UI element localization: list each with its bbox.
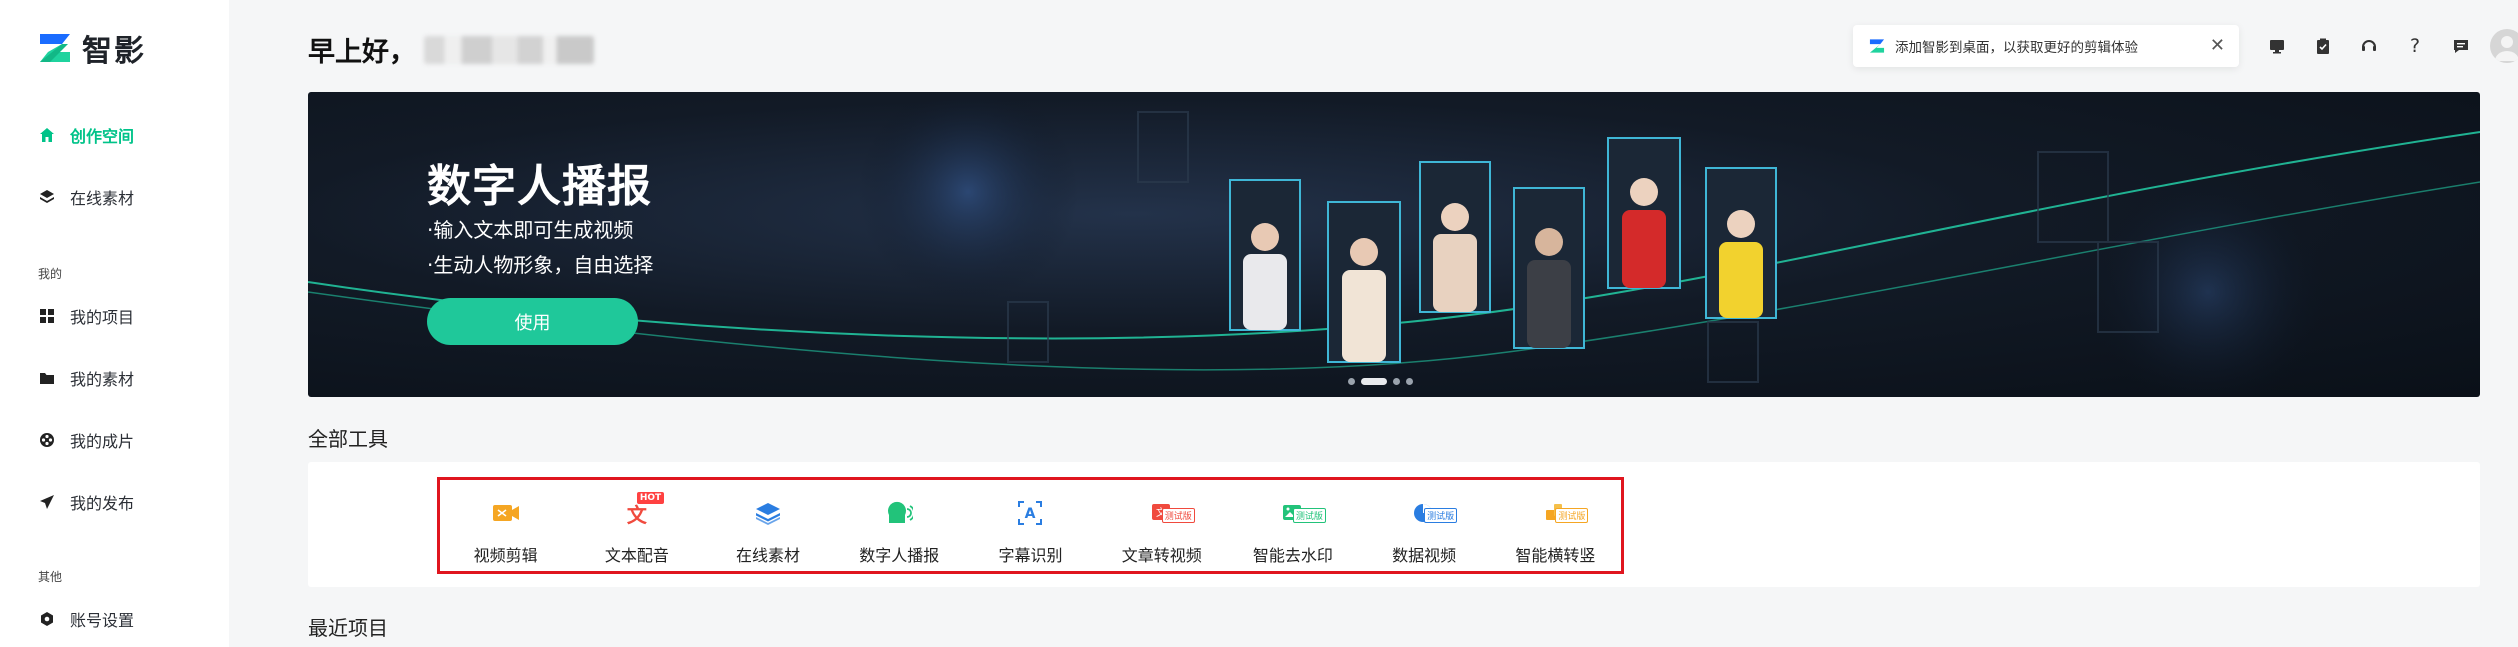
sidebar-item-label: 我的发布 xyxy=(70,494,135,513)
sidebar: 智影 创作空间 在线素材 我的 我的项目 我的素材 我的成片 我的发布 其他 账… xyxy=(0,0,229,647)
banner-line-2: ·生动人物形象，自由选择 xyxy=(427,253,654,277)
tool-rotate-layout[interactable]: 测试版 智能横转竖 xyxy=(1490,480,1621,571)
logo-icon xyxy=(38,31,72,65)
tool-video-edit[interactable]: 视频剪辑 xyxy=(440,480,571,571)
notice-logo-icon xyxy=(1869,38,1885,54)
greeting-text: 早上好， xyxy=(308,37,416,68)
carousel-dot[interactable] xyxy=(1406,378,1413,385)
tool-remove-watermark[interactable]: 测试版 智能去水印 xyxy=(1227,480,1358,571)
tool-label: 在线素材 xyxy=(736,546,801,565)
home-icon xyxy=(38,126,56,144)
sidebar-group-other: 其他 xyxy=(38,570,63,584)
tools-section-title: 全部工具 xyxy=(308,427,388,451)
settings-icon xyxy=(38,610,56,628)
tool-online-assets[interactable]: 在线素材 xyxy=(702,480,833,571)
layers-icon xyxy=(750,498,786,528)
greeting: 早上好， xyxy=(308,30,594,69)
avatar[interactable] xyxy=(2489,28,2518,64)
tool-article-to-video[interactable]: 文 测试版 文章转视频 xyxy=(1096,480,1227,571)
sidebar-item-my-publish[interactable]: 我的发布 xyxy=(38,482,134,522)
sidebar-item-account-settings[interactable]: 账号设置 xyxy=(38,599,134,639)
beta-badge: 测试版 xyxy=(1555,508,1589,523)
banner-background xyxy=(308,92,2480,397)
close-icon[interactable]: ✕ xyxy=(2210,35,2225,56)
folder-icon xyxy=(38,369,56,387)
tool-data-video[interactable]: 测试版 数据视频 xyxy=(1359,480,1490,571)
sidebar-item-label: 账号设置 xyxy=(70,611,135,630)
tool-text-voice[interactable]: 文 HOT 文本配音 xyxy=(571,480,702,571)
beta-badge: 测试版 xyxy=(1161,508,1195,523)
tool-label: 智能横转竖 xyxy=(1515,546,1596,565)
film-reel-icon xyxy=(38,431,56,449)
app-root: 智影 创作空间 在线素材 我的 我的项目 我的素材 我的成片 我的发布 其他 账… xyxy=(0,0,2518,647)
data-video-icon: 测试版 xyxy=(1406,498,1458,528)
tool-label: 字幕识别 xyxy=(998,546,1063,565)
carousel-dot[interactable] xyxy=(1393,378,1400,385)
layers-icon xyxy=(38,188,56,206)
promo-banner[interactable]: 数字人播报 ·输入文本即可生成视频 ·生动人物形象，自由选择 使用 xyxy=(308,92,2480,397)
hot-badge: HOT xyxy=(636,492,665,504)
sidebar-item-my-films[interactable]: 我的成片 xyxy=(38,420,134,460)
tool-label: 智能去水印 xyxy=(1252,546,1333,565)
tool-label: 数据视频 xyxy=(1392,546,1457,565)
tool-label: 数字人播报 xyxy=(859,546,940,565)
banner-title: 数字人播报 xyxy=(427,161,652,212)
tool-digital-human[interactable]: 数字人播报 xyxy=(834,480,965,571)
headset-icon[interactable] xyxy=(2351,28,2387,64)
tool-label: 文本配音 xyxy=(604,546,669,565)
logo[interactable]: 智影 xyxy=(38,26,146,70)
desktop-notice[interactable]: 添加智影到桌面，以获取更好的剪辑体验 ✕ xyxy=(1853,25,2239,67)
carousel-dot-active[interactable] xyxy=(1361,378,1387,385)
sidebar-item-online-assets[interactable]: 在线素材 xyxy=(38,177,134,217)
tool-label: 视频剪辑 xyxy=(473,546,538,565)
recent-section-title: 最近项目 xyxy=(308,616,388,640)
tools-highlight-box: 视频剪辑 文 HOT 文本配音 在线素材 数字人播报 A 字幕识别 文 测试版 … xyxy=(437,477,1624,574)
svg-text:A: A xyxy=(1025,506,1036,522)
remove-watermark-icon: 测试版 xyxy=(1275,498,1326,528)
redacted-username xyxy=(424,35,594,64)
sidebar-item-label: 创作空间 xyxy=(70,127,135,146)
text-voice-icon: 文 HOT xyxy=(619,492,665,528)
digital-human-cards xyxy=(1229,137,1777,363)
beta-badge: 测试版 xyxy=(1424,508,1458,523)
header-toolbar: ? xyxy=(2259,28,2518,64)
sidebar-item-my-assets[interactable]: 我的素材 xyxy=(38,358,134,398)
sidebar-item-label: 在线素材 xyxy=(70,189,135,208)
rotate-layout-icon: 测试版 xyxy=(1537,498,1589,528)
main-content: 早上好， 添加智影到桌面，以获取更好的剪辑体验 ✕ ? 数字人播报 ·输入文本即… xyxy=(229,0,2518,647)
carousel-dots xyxy=(1348,378,1419,385)
sidebar-group-mine: 我的 xyxy=(38,267,63,281)
clipboard-icon[interactable] xyxy=(2305,28,2341,64)
tool-label: 文章转视频 xyxy=(1121,546,1202,565)
sidebar-item-label: 我的项目 xyxy=(70,308,135,327)
carousel-dot[interactable] xyxy=(1348,378,1355,385)
grid-icon xyxy=(38,307,56,325)
digital-human-icon xyxy=(881,498,917,528)
send-icon xyxy=(38,493,56,511)
sidebar-item-my-projects[interactable]: 我的项目 xyxy=(38,296,134,336)
sidebar-item-label: 我的成片 xyxy=(70,432,135,451)
tools-panel: 视频剪辑 文 HOT 文本配音 在线素材 数字人播报 A 字幕识别 文 测试版 … xyxy=(308,462,2480,587)
sidebar-item-create-space[interactable]: 创作空间 xyxy=(38,115,134,155)
help-icon[interactable]: ? xyxy=(2397,28,2433,64)
tool-subtitle-recognition[interactable]: A 字幕识别 xyxy=(965,480,1096,571)
beta-badge: 测试版 xyxy=(1292,508,1326,523)
sidebar-item-label: 我的素材 xyxy=(70,370,135,389)
banner-use-button[interactable]: 使用 xyxy=(427,298,638,345)
banner-line-1: ·输入文本即可生成视频 xyxy=(427,218,634,242)
message-icon[interactable] xyxy=(2443,28,2479,64)
video-edit-icon xyxy=(488,498,524,528)
article-to-video-icon: 文 测试版 xyxy=(1144,498,1195,528)
notice-text: 添加智影到桌面，以获取更好的剪辑体验 xyxy=(1895,40,2138,56)
subtitle-recognition-icon: A xyxy=(1012,498,1048,528)
logo-text: 智影 xyxy=(82,34,146,69)
monitor-icon[interactable] xyxy=(2259,28,2295,64)
